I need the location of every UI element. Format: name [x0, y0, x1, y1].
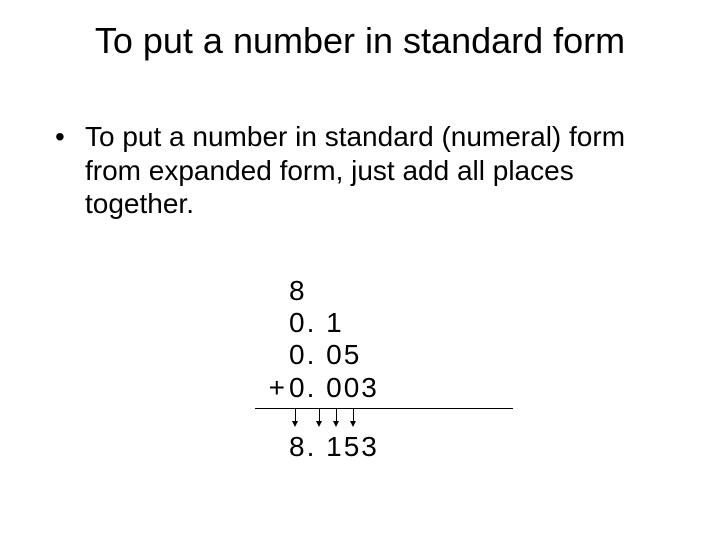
- slide-body: • To put a number in standard (numeral) …: [55, 120, 665, 221]
- addend-value: 0. 05: [289, 339, 509, 371]
- operator-col-empty: [255, 431, 289, 463]
- addend-row: 0. 1: [255, 307, 513, 339]
- bullet-item: • To put a number in standard (numeral) …: [55, 120, 665, 221]
- slide-title: To put a number in standard form: [0, 20, 720, 62]
- addend-row: 8: [255, 275, 513, 307]
- operator-col-empty: [255, 275, 289, 307]
- addend-row: 0. 05: [255, 339, 513, 371]
- operator-col-empty: [255, 339, 289, 371]
- down-arrow-icon: [319, 409, 320, 423]
- addend-value: 0. 1: [289, 307, 509, 339]
- result-row: 8. 153: [255, 431, 513, 463]
- operator-plus: +: [255, 372, 289, 404]
- slide: To put a number in standard form • To pu…: [0, 0, 720, 540]
- bullet-marker: •: [55, 120, 85, 221]
- down-arrow-icon: [353, 409, 354, 423]
- bullet-text: To put a number in standard (numeral) fo…: [85, 120, 665, 221]
- addend-row-last: + 0. 003: [255, 372, 513, 404]
- down-arrow-icon: [336, 409, 337, 423]
- carry-arrows: [289, 409, 513, 431]
- operator-col-empty: [255, 307, 289, 339]
- addend-value: 0. 003: [289, 372, 509, 404]
- addend-value: 8: [289, 275, 509, 307]
- result-value: 8. 153: [289, 431, 509, 463]
- addition-block: 8 0. 1 0. 05 + 0. 003 8. 153: [255, 275, 513, 463]
- down-arrow-icon: [295, 409, 296, 423]
